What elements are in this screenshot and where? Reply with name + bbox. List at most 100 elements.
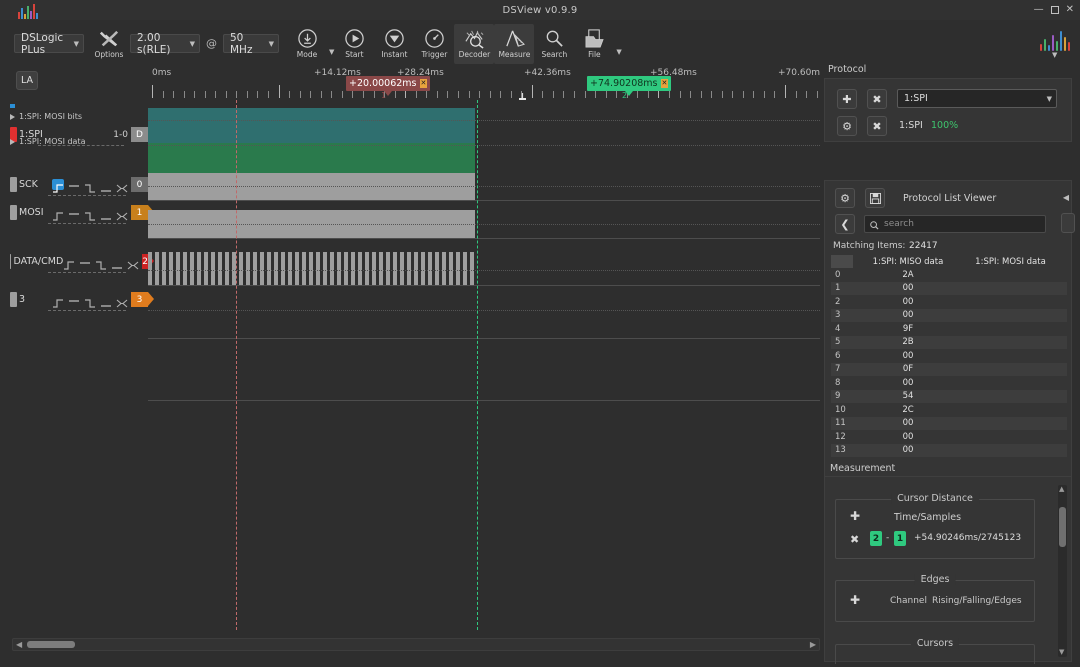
waveform-horizontal-scrollbar[interactable]: ◀ ▶: [12, 638, 820, 651]
start-button[interactable]: Start: [334, 24, 374, 64]
channel-row-data-cmd[interactable]: DATA/CMD 2: [10, 254, 154, 270]
maximize-button[interactable]: [1050, 6, 1059, 14]
protocol-list-row[interactable]: 6 00: [831, 349, 1067, 363]
trigger-change-icon[interactable]: [116, 179, 128, 193]
trigger-condition-group[interactable]: [52, 294, 128, 308]
protocol-list-row[interactable]: 7 0F: [831, 362, 1067, 376]
data-cmd-pulse-train[interactable]: [148, 252, 475, 285]
cursor-badge-b[interactable]: 1: [894, 531, 906, 546]
search-input[interactable]: [884, 219, 1040, 229]
minimize-button[interactable]: —: [1034, 5, 1044, 15]
cursor-line-2[interactable]: [477, 100, 478, 630]
trigger-low-icon[interactable]: [100, 207, 112, 220]
trigger-change-icon[interactable]: [116, 207, 128, 221]
add-cursor-distance-button[interactable]: ✚: [850, 509, 860, 523]
measure-button[interactable]: Measure: [494, 23, 535, 64]
decoder-settings-button[interactable]: ⚙: [837, 116, 857, 136]
mode-button[interactable]: Mode: [287, 24, 327, 64]
file-button[interactable]: File: [574, 24, 614, 64]
trigger-low-icon[interactable]: [111, 256, 123, 269]
trigger-falling-icon[interactable]: [84, 179, 96, 193]
channel-color-swatch[interactable]: [10, 254, 12, 269]
protocol-list-row[interactable]: 4 9F: [831, 322, 1067, 336]
trigger-rising-icon[interactable]: [52, 294, 64, 308]
protocol-list-row[interactable]: 1 00: [831, 281, 1067, 295]
cursor-flag-2[interactable]: +74.90208ms ✕: [587, 76, 672, 96]
expand-triangle-icon[interactable]: [10, 138, 15, 145]
column-header-miso[interactable]: 1:SPI: MISO data: [853, 257, 963, 267]
remove-decoder-button[interactable]: ✖: [867, 89, 887, 109]
cursor-line-1[interactable]: [236, 100, 237, 630]
protocol-list-row[interactable]: 10 2C: [831, 403, 1067, 417]
mosi-bits-block[interactable]: [148, 108, 475, 143]
remove-cursor-distance-button[interactable]: ✖: [850, 533, 859, 546]
protocol-list-row[interactable]: 9 54: [831, 389, 1067, 403]
trigger-position-marker[interactable]: [518, 89, 527, 100]
trigger-rising-icon[interactable]: [52, 179, 64, 193]
scroll-down-icon[interactable]: ▼: [1059, 649, 1064, 656]
list-back-button[interactable]: ❮: [835, 214, 855, 234]
la-tab[interactable]: LA: [16, 71, 38, 90]
protocol-list-row[interactable]: 0 2A: [831, 268, 1067, 282]
decoder-expand-marker[interactable]: [10, 104, 15, 108]
cursor-close-icon[interactable]: ✕: [419, 79, 428, 88]
add-edge-button[interactable]: ✚: [850, 593, 860, 607]
measurement-vscroll[interactable]: ▲ ▼: [1058, 485, 1067, 657]
trigger-rising-icon[interactable]: [63, 256, 75, 270]
collapse-icon[interactable]: ◀: [1063, 193, 1069, 202]
channel-row-sck[interactable]: SCK 0: [10, 177, 154, 193]
trigger-high-icon[interactable]: [68, 179, 80, 190]
protocol-search[interactable]: [864, 215, 1046, 233]
cursor-close-icon[interactable]: ✕: [660, 79, 669, 88]
decoder-subrow[interactable]: 1:SPI: MOSI bits: [10, 112, 82, 121]
trigger-change-icon[interactable]: [127, 256, 139, 270]
channel-color-swatch[interactable]: [10, 205, 17, 220]
trigger-condition-group[interactable]: [63, 256, 139, 270]
scroll-right-icon[interactable]: ▶: [807, 640, 819, 649]
decoder-button[interactable]: Decoder: [454, 23, 495, 64]
instant-button[interactable]: Instant: [374, 24, 414, 64]
add-decoder-button[interactable]: ✚: [837, 89, 857, 109]
channel-row-3[interactable]: 33: [10, 292, 154, 308]
expand-triangle-icon[interactable]: [10, 113, 15, 120]
chevron-down-icon[interactable]: ▼: [616, 48, 621, 56]
protocol-list-row[interactable]: 5 2B: [831, 335, 1067, 349]
scrollbar-thumb[interactable]: [1059, 507, 1066, 547]
decoder-selector[interactable]: 1:SPI ▼: [897, 89, 1057, 108]
options-button[interactable]: Options: [92, 24, 126, 64]
decoder-delete-button[interactable]: ✖: [867, 116, 887, 136]
scrollbar-thumb[interactable]: [27, 641, 75, 648]
trigger-condition-group[interactable]: [52, 179, 128, 193]
channel-row-mosi[interactable]: MOSI 1: [10, 205, 154, 221]
protocol-list-row[interactable]: 12 00: [831, 430, 1067, 444]
protocol-list-row[interactable]: 11 00: [831, 416, 1067, 430]
trigger-button[interactable]: Trigger: [414, 24, 454, 64]
channel-color-swatch[interactable]: [10, 177, 17, 192]
scroll-up-icon[interactable]: ▲: [1059, 486, 1064, 493]
column-header-index[interactable]: [831, 255, 853, 268]
depth-selector[interactable]: 2.00 s(RLE) ▼: [130, 32, 200, 56]
channel-color-swatch[interactable]: [10, 292, 17, 307]
decoder-subrow[interactable]: 1:SPI: MOSI data: [10, 137, 85, 146]
trigger-condition-group[interactable]: [52, 207, 128, 221]
samplerate-selector[interactable]: 50 MHz ▼: [223, 32, 279, 56]
search-button[interactable]: Search: [534, 24, 574, 64]
list-save-button[interactable]: [865, 188, 885, 208]
device-selector[interactable]: DSLogic PLus ▼: [14, 32, 84, 56]
protocol-list-row[interactable]: 2 00: [831, 295, 1067, 309]
protocol-list-row[interactable]: 13 00: [831, 443, 1067, 457]
cursor-badge-a[interactable]: 2: [870, 531, 882, 546]
trigger-falling-icon[interactable]: [84, 207, 96, 221]
chevron-down-icon[interactable]: ▼: [1052, 51, 1057, 59]
protocol-list-row[interactable]: 3 00: [831, 308, 1067, 322]
list-settings-button[interactable]: ⚙: [835, 188, 855, 208]
protocol-list-row[interactable]: 8 00: [831, 376, 1067, 390]
trigger-change-icon[interactable]: [116, 294, 128, 308]
close-button[interactable]: ✕: [1066, 5, 1074, 15]
trigger-low-icon[interactable]: [100, 294, 112, 307]
trigger-high-icon[interactable]: [79, 256, 91, 267]
trigger-falling-icon[interactable]: [84, 294, 96, 308]
trigger-high-icon[interactable]: [68, 294, 80, 305]
trigger-low-icon[interactable]: [100, 179, 112, 192]
cursor-flag-1[interactable]: +20.00062ms ✕: [346, 76, 431, 96]
